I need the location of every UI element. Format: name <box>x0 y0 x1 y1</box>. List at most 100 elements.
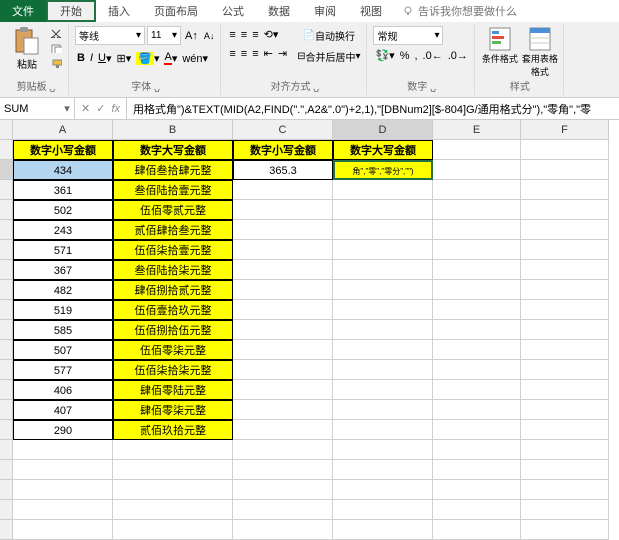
tab-data[interactable]: 数据 <box>256 0 302 22</box>
cell[interactable] <box>13 500 113 520</box>
cell[interactable]: 伍佰零柒元整 <box>113 340 233 360</box>
col-header[interactable]: B <box>113 120 233 140</box>
cell[interactable]: 507 <box>13 340 113 360</box>
cell[interactable]: 361 <box>13 180 113 200</box>
merge-center-button[interactable]: ⊟合并后居中▾ <box>295 47 362 66</box>
cell[interactable]: 数字大写金额 <box>333 140 433 160</box>
paste-icon[interactable] <box>14 26 40 56</box>
number-format-dropdown[interactable]: 常规▾ <box>373 26 443 45</box>
cell[interactable] <box>433 440 521 460</box>
cell[interactable] <box>333 240 433 260</box>
font-name-dropdown[interactable]: 等线▾ <box>75 26 145 45</box>
cut-icon[interactable] <box>48 26 64 40</box>
tab-layout[interactable]: 页面布局 <box>142 0 210 22</box>
tab-view[interactable]: 视图 <box>348 0 394 22</box>
align-bottom-icon[interactable]: ≡ <box>250 26 260 43</box>
row-header[interactable] <box>0 520 13 540</box>
cell[interactable] <box>233 280 333 300</box>
cell[interactable] <box>333 320 433 340</box>
table-format-icon[interactable] <box>528 26 552 52</box>
cell[interactable] <box>433 520 521 540</box>
row-header[interactable] <box>0 140 13 160</box>
row-header[interactable] <box>0 500 13 520</box>
cell[interactable] <box>333 480 433 500</box>
cell[interactable] <box>233 180 333 200</box>
tab-formulas[interactable]: 公式 <box>210 0 256 22</box>
increase-font-icon[interactable]: A↑ <box>183 26 200 45</box>
align-top-icon[interactable]: ≡ <box>227 26 237 43</box>
indent-inc-icon[interactable]: ⇥ <box>276 45 289 62</box>
active-cell[interactable]: 角","零","零分","") <box>333 160 433 180</box>
wrap-text-button[interactable]: 📄自动换行 <box>295 26 362 45</box>
cell[interactable] <box>233 420 333 440</box>
cell[interactable] <box>233 240 333 260</box>
col-header[interactable]: A <box>13 120 113 140</box>
select-all-corner[interactable] <box>0 120 13 140</box>
cell[interactable] <box>433 240 521 260</box>
chevron-down-icon[interactable]: ▾ <box>60 102 74 115</box>
cell[interactable]: 叁佰陆拾柒元整 <box>113 260 233 280</box>
cell[interactable]: 585 <box>13 320 113 340</box>
cell[interactable] <box>433 420 521 440</box>
cell[interactable]: 数字小写金额 <box>13 140 113 160</box>
cancel-icon[interactable]: ✕ <box>81 102 90 115</box>
confirm-icon[interactable]: ✓ <box>96 102 105 115</box>
tab-review[interactable]: 审阅 <box>302 0 348 22</box>
tell-me[interactable]: 告诉我你想要做什么 <box>394 0 525 22</box>
cell[interactable] <box>521 460 609 480</box>
cell[interactable] <box>333 260 433 280</box>
cell[interactable]: 贰佰肆拾叁元整 <box>113 220 233 240</box>
tab-insert[interactable]: 插入 <box>96 0 142 22</box>
italic-icon[interactable]: I <box>88 49 95 67</box>
tab-home[interactable]: 开始 <box>46 0 96 22</box>
cell[interactable] <box>521 440 609 460</box>
row-header[interactable] <box>0 180 13 200</box>
cell[interactable] <box>521 400 609 420</box>
col-header[interactable]: E <box>433 120 521 140</box>
align-center-icon[interactable]: ≡ <box>239 45 249 62</box>
cell[interactable] <box>433 140 521 160</box>
cell[interactable]: 482 <box>13 280 113 300</box>
cell[interactable]: 叁佰陆拾壹元整 <box>113 180 233 200</box>
row-header[interactable] <box>0 460 13 480</box>
cell[interactable]: 434 <box>13 160 113 180</box>
cell[interactable]: 贰佰玖拾元整 <box>113 420 233 440</box>
cell[interactable]: 365.3 <box>233 160 333 180</box>
fx-icon[interactable]: fx <box>111 103 120 115</box>
font-color-icon[interactable]: A▾ <box>162 49 179 67</box>
cell[interactable] <box>433 320 521 340</box>
cell[interactable]: 数字小写金额 <box>233 140 333 160</box>
currency-icon[interactable]: 💱▾ <box>373 47 396 64</box>
font-size-dropdown[interactable]: 11▾ <box>147 26 181 45</box>
cell[interactable] <box>333 460 433 480</box>
cell[interactable]: 肆佰捌拾贰元整 <box>113 280 233 300</box>
cell[interactable] <box>521 500 609 520</box>
cell[interactable] <box>521 380 609 400</box>
cell[interactable] <box>333 400 433 420</box>
cell[interactable]: 伍佰柒拾柒元整 <box>113 360 233 380</box>
decrease-font-icon[interactable]: A↓ <box>202 26 217 45</box>
cell[interactable] <box>333 380 433 400</box>
cell[interactable] <box>433 340 521 360</box>
cell[interactable] <box>233 220 333 240</box>
cell[interactable] <box>433 300 521 320</box>
formula-input[interactable]: 用格式角")&TEXT(MID(A2,FIND(".",A2&".0")+2,1… <box>127 98 619 119</box>
cell[interactable] <box>113 460 233 480</box>
row-header[interactable] <box>0 440 13 460</box>
cell[interactable]: 407 <box>13 400 113 420</box>
cell[interactable] <box>233 300 333 320</box>
row-header[interactable] <box>0 360 13 380</box>
cell[interactable]: 伍佰捌拾伍元整 <box>113 320 233 340</box>
cell[interactable] <box>521 520 609 540</box>
cell[interactable] <box>433 260 521 280</box>
border-icon[interactable]: ⊞▾ <box>115 49 134 67</box>
cell[interactable] <box>433 200 521 220</box>
row-header[interactable] <box>0 320 13 340</box>
fill-color-icon[interactable]: 🪣▾ <box>134 49 161 67</box>
cell[interactable]: 数字大写金额 <box>113 140 233 160</box>
cell[interactable]: 肆佰零陆元整 <box>113 380 233 400</box>
cell[interactable] <box>433 460 521 480</box>
align-left-icon[interactable]: ≡ <box>227 45 237 62</box>
underline-icon[interactable]: U▾ <box>96 49 113 67</box>
pinyin-icon[interactable]: wén▾ <box>180 49 210 67</box>
